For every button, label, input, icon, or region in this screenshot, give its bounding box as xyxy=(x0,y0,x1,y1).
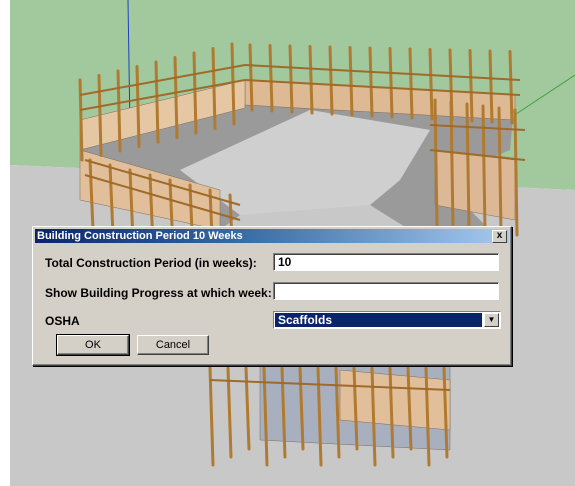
scaffold-post xyxy=(116,69,122,153)
total-period-input[interactable]: 10 xyxy=(273,253,499,271)
osha-label: OSHA xyxy=(45,314,80,328)
scaffold-post xyxy=(328,45,334,116)
scaffold-post xyxy=(408,47,414,120)
scaffold-post xyxy=(388,47,394,119)
scaffold-post xyxy=(288,44,294,114)
scaffold-post xyxy=(173,56,179,139)
show-progress-label: Show Building Progress at which week: xyxy=(45,286,272,300)
scaffold-post xyxy=(230,42,236,126)
ok-button[interactable]: OK xyxy=(56,334,130,356)
total-period-label: Total Construction Period (in weeks): xyxy=(45,256,257,270)
scaffold-post xyxy=(428,48,434,121)
scaffold-post xyxy=(308,45,314,115)
scaffold-post xyxy=(433,98,439,227)
dialog-title: Building Construction Period 10 Weeks xyxy=(37,230,243,242)
scaffold-post xyxy=(135,65,141,148)
scaffold-post xyxy=(497,106,503,235)
scaffold-post xyxy=(488,49,494,124)
scaffold-post xyxy=(465,102,471,231)
construction-period-dialog: Building Construction Period 10 Weeks x … xyxy=(32,226,512,366)
dialog-titlebar[interactable]: Building Construction Period 10 Weeks x xyxy=(35,229,509,243)
scaffold-post xyxy=(97,74,103,157)
scaffold-post xyxy=(211,47,217,130)
scaffold-post xyxy=(508,50,514,125)
show-progress-input[interactable] xyxy=(273,282,499,300)
scaffold-post xyxy=(481,104,487,233)
scaffold-post xyxy=(154,60,160,144)
scaffold-post xyxy=(78,78,84,162)
scaffold-post xyxy=(449,100,455,229)
cancel-button[interactable]: Cancel xyxy=(137,335,209,355)
close-button[interactable]: x xyxy=(492,230,507,243)
scaffold-post xyxy=(468,49,474,123)
scaffold-post xyxy=(348,46,354,117)
osha-dropdown[interactable]: Scaffolds ▼ xyxy=(273,311,501,329)
osha-selected-value: Scaffolds xyxy=(275,313,482,327)
scaffold-post xyxy=(368,46,374,118)
scaffold-post xyxy=(268,44,274,113)
chevron-down-icon[interactable]: ▼ xyxy=(484,313,499,327)
scaffold-post xyxy=(248,43,254,112)
scaffold-post xyxy=(192,51,198,135)
